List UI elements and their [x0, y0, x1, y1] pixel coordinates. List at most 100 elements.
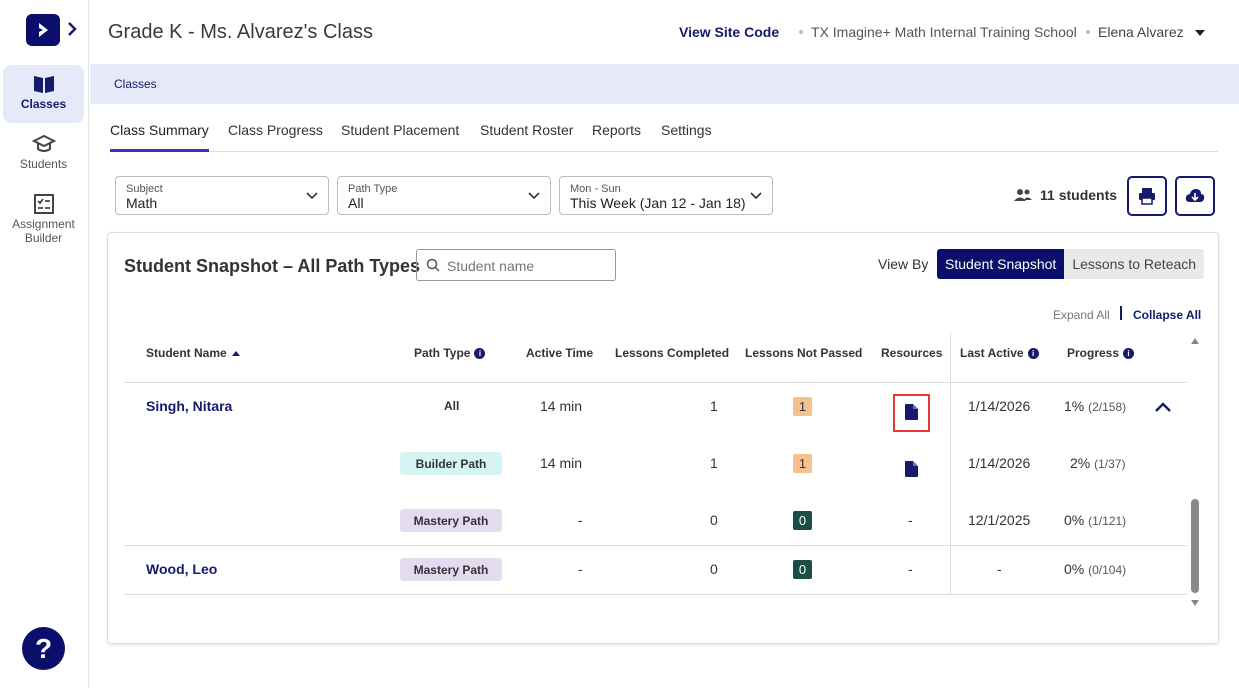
- column-header-lessons-completed: Lessons Completed: [615, 346, 730, 360]
- lessons-completed-value: 1: [710, 455, 718, 471]
- search-placeholder: Student name: [447, 258, 535, 274]
- sort-ascending-icon: [231, 351, 240, 356]
- separator-dot: [799, 30, 803, 34]
- sidebar-item-assignment-builder[interactable]: Assignment Builder: [3, 185, 84, 255]
- document-icon[interactable]: [905, 461, 918, 477]
- lessons-not-passed-badge[interactable]: 0: [793, 511, 812, 530]
- progress-detail: (1/121): [1088, 514, 1127, 528]
- students-count: 11 students: [1014, 187, 1117, 203]
- progress-percent: 1%: [1064, 398, 1085, 414]
- lessons-not-passed-badge[interactable]: 0: [793, 560, 812, 579]
- sidebar-item-classes[interactable]: Classes: [3, 65, 84, 123]
- progress-percent: 2%: [1070, 455, 1091, 471]
- last-active-value: 1/14/2026: [968, 398, 1031, 414]
- chevron-down-icon: [306, 192, 318, 200]
- sidebar-item-label: Assignment Builder: [12, 217, 75, 245]
- view-toggle: Student Snapshot Lessons to Reteach: [937, 249, 1205, 279]
- sidebar-item-label: Students: [19, 157, 68, 171]
- lessons-not-passed-badge[interactable]: 1: [793, 397, 812, 416]
- collapse-all-link[interactable]: Collapse All: [1133, 308, 1201, 322]
- subject-value: Math: [126, 195, 158, 211]
- info-icon[interactable]: i: [474, 347, 486, 359]
- resources-value: -: [908, 561, 913, 577]
- toggle-student-snapshot[interactable]: Student Snapshot: [937, 249, 1065, 279]
- week-value: This Week (Jan 12 - Jan 18): [570, 195, 746, 211]
- printer-icon: [1139, 188, 1155, 205]
- progress-value: 2% (1/37): [1070, 455, 1125, 471]
- school-name: TX Imagine+ Math Internal Training Schoo…: [791, 24, 1077, 40]
- user-name: Elena Alvarez: [1098, 24, 1184, 40]
- progress-detail: (2/158): [1088, 400, 1127, 414]
- info-icon[interactable]: i: [1027, 347, 1039, 359]
- users-icon: [1014, 189, 1032, 201]
- column-header-path-type: Path Type i: [414, 346, 486, 360]
- path-type-value: All: [348, 195, 364, 211]
- toggle-lessons-to-reteach[interactable]: Lessons to Reteach: [1064, 249, 1205, 279]
- header-label: Progress: [1067, 346, 1120, 360]
- tab-bar: Class Summary Class Progress Student Pla…: [110, 108, 1218, 152]
- tab-class-summary[interactable]: Class Summary: [110, 122, 209, 152]
- divider: [1120, 306, 1122, 320]
- lessons-not-passed-badge[interactable]: 1: [793, 454, 812, 473]
- expand-sidebar-icon[interactable]: [67, 22, 77, 41]
- column-header-resources: Resources: [881, 346, 943, 360]
- divider: [124, 545, 1187, 546]
- last-active-value: 1/14/2026: [968, 455, 1031, 471]
- scroll-down-icon[interactable]: [1190, 599, 1200, 607]
- path-type-label: Path Type: [348, 183, 398, 195]
- active-time-value: -: [578, 561, 583, 577]
- tab-class-progress[interactable]: Class Progress: [228, 122, 323, 152]
- app-logo[interactable]: [26, 14, 60, 46]
- column-header-student-name[interactable]: Student Name: [146, 346, 241, 360]
- print-button[interactable]: [1127, 176, 1167, 216]
- active-time-value: 14 min: [540, 398, 583, 414]
- active-time-value: 14 min: [540, 455, 583, 471]
- column-header-lessons-not-passed: Lessons Not Passed: [745, 346, 863, 360]
- breadcrumb: Classes: [90, 64, 1239, 104]
- chevron-down-icon: [750, 192, 762, 200]
- search-icon: [426, 258, 440, 272]
- view-site-code-link[interactable]: View Site Code: [679, 24, 779, 40]
- student-name-link[interactable]: Singh, Nitara: [146, 398, 232, 414]
- resources-value: -: [908, 512, 913, 528]
- subject-label: Subject: [126, 183, 163, 195]
- sidebar: Classes Students Assignment Builder ?: [0, 0, 89, 688]
- student-search-input[interactable]: Student name: [416, 249, 616, 281]
- week-select[interactable]: Mon - Sun This Week (Jan 12 - Jan 18): [559, 176, 773, 215]
- student-snapshot-card: Student Snapshot – All Path Types Studen…: [107, 232, 1219, 644]
- students-count-label: 11 students: [1040, 187, 1118, 203]
- highlight-box: [893, 394, 930, 432]
- chevron-down-icon: [528, 192, 540, 200]
- scroll-up-icon[interactable]: [1190, 337, 1200, 345]
- page-title: Grade K - Ms. Alvarez's Class: [108, 21, 373, 43]
- expand-all-link[interactable]: Expand All: [1053, 308, 1110, 322]
- progress-percent: 0%: [1064, 561, 1085, 577]
- card-title: Student Snapshot – All Path Types: [124, 256, 421, 276]
- tab-reports[interactable]: Reports: [592, 122, 641, 152]
- header: Grade K - Ms. Alvarez's Class View Site …: [90, 0, 1239, 64]
- column-divider: [950, 333, 951, 595]
- path-type-select[interactable]: Path Type All: [337, 176, 551, 215]
- scrollbar-thumb[interactable]: [1191, 499, 1199, 593]
- progress-detail: (1/37): [1094, 457, 1126, 471]
- download-button[interactable]: [1175, 176, 1215, 216]
- subject-select[interactable]: Subject Math: [115, 176, 329, 215]
- student-name-link[interactable]: Wood, Leo: [146, 561, 217, 577]
- breadcrumb-classes[interactable]: Classes: [114, 77, 157, 91]
- help-button[interactable]: ?: [22, 627, 65, 670]
- progress-value: 1% (2/158): [1064, 398, 1126, 414]
- sidebar-item-students[interactable]: Students: [3, 125, 84, 183]
- sidebar-item-label: Classes: [20, 97, 67, 111]
- lessons-completed-value: 0: [710, 561, 718, 577]
- lessons-completed-value: 1: [710, 398, 718, 414]
- collapse-row-icon[interactable]: [1155, 402, 1171, 412]
- user-menu[interactable]: Elena Alvarez: [1078, 24, 1206, 40]
- last-active-value: -: [997, 561, 1002, 577]
- header-label: Student Name: [146, 346, 227, 360]
- info-icon[interactable]: i: [1123, 347, 1135, 359]
- tab-settings[interactable]: Settings: [661, 122, 712, 152]
- progress-percent: 0%: [1064, 512, 1085, 528]
- mastery-path-badge: Mastery Path: [400, 558, 502, 581]
- tab-student-placement[interactable]: Student Placement: [341, 122, 459, 152]
- tab-student-roster[interactable]: Student Roster: [480, 122, 573, 152]
